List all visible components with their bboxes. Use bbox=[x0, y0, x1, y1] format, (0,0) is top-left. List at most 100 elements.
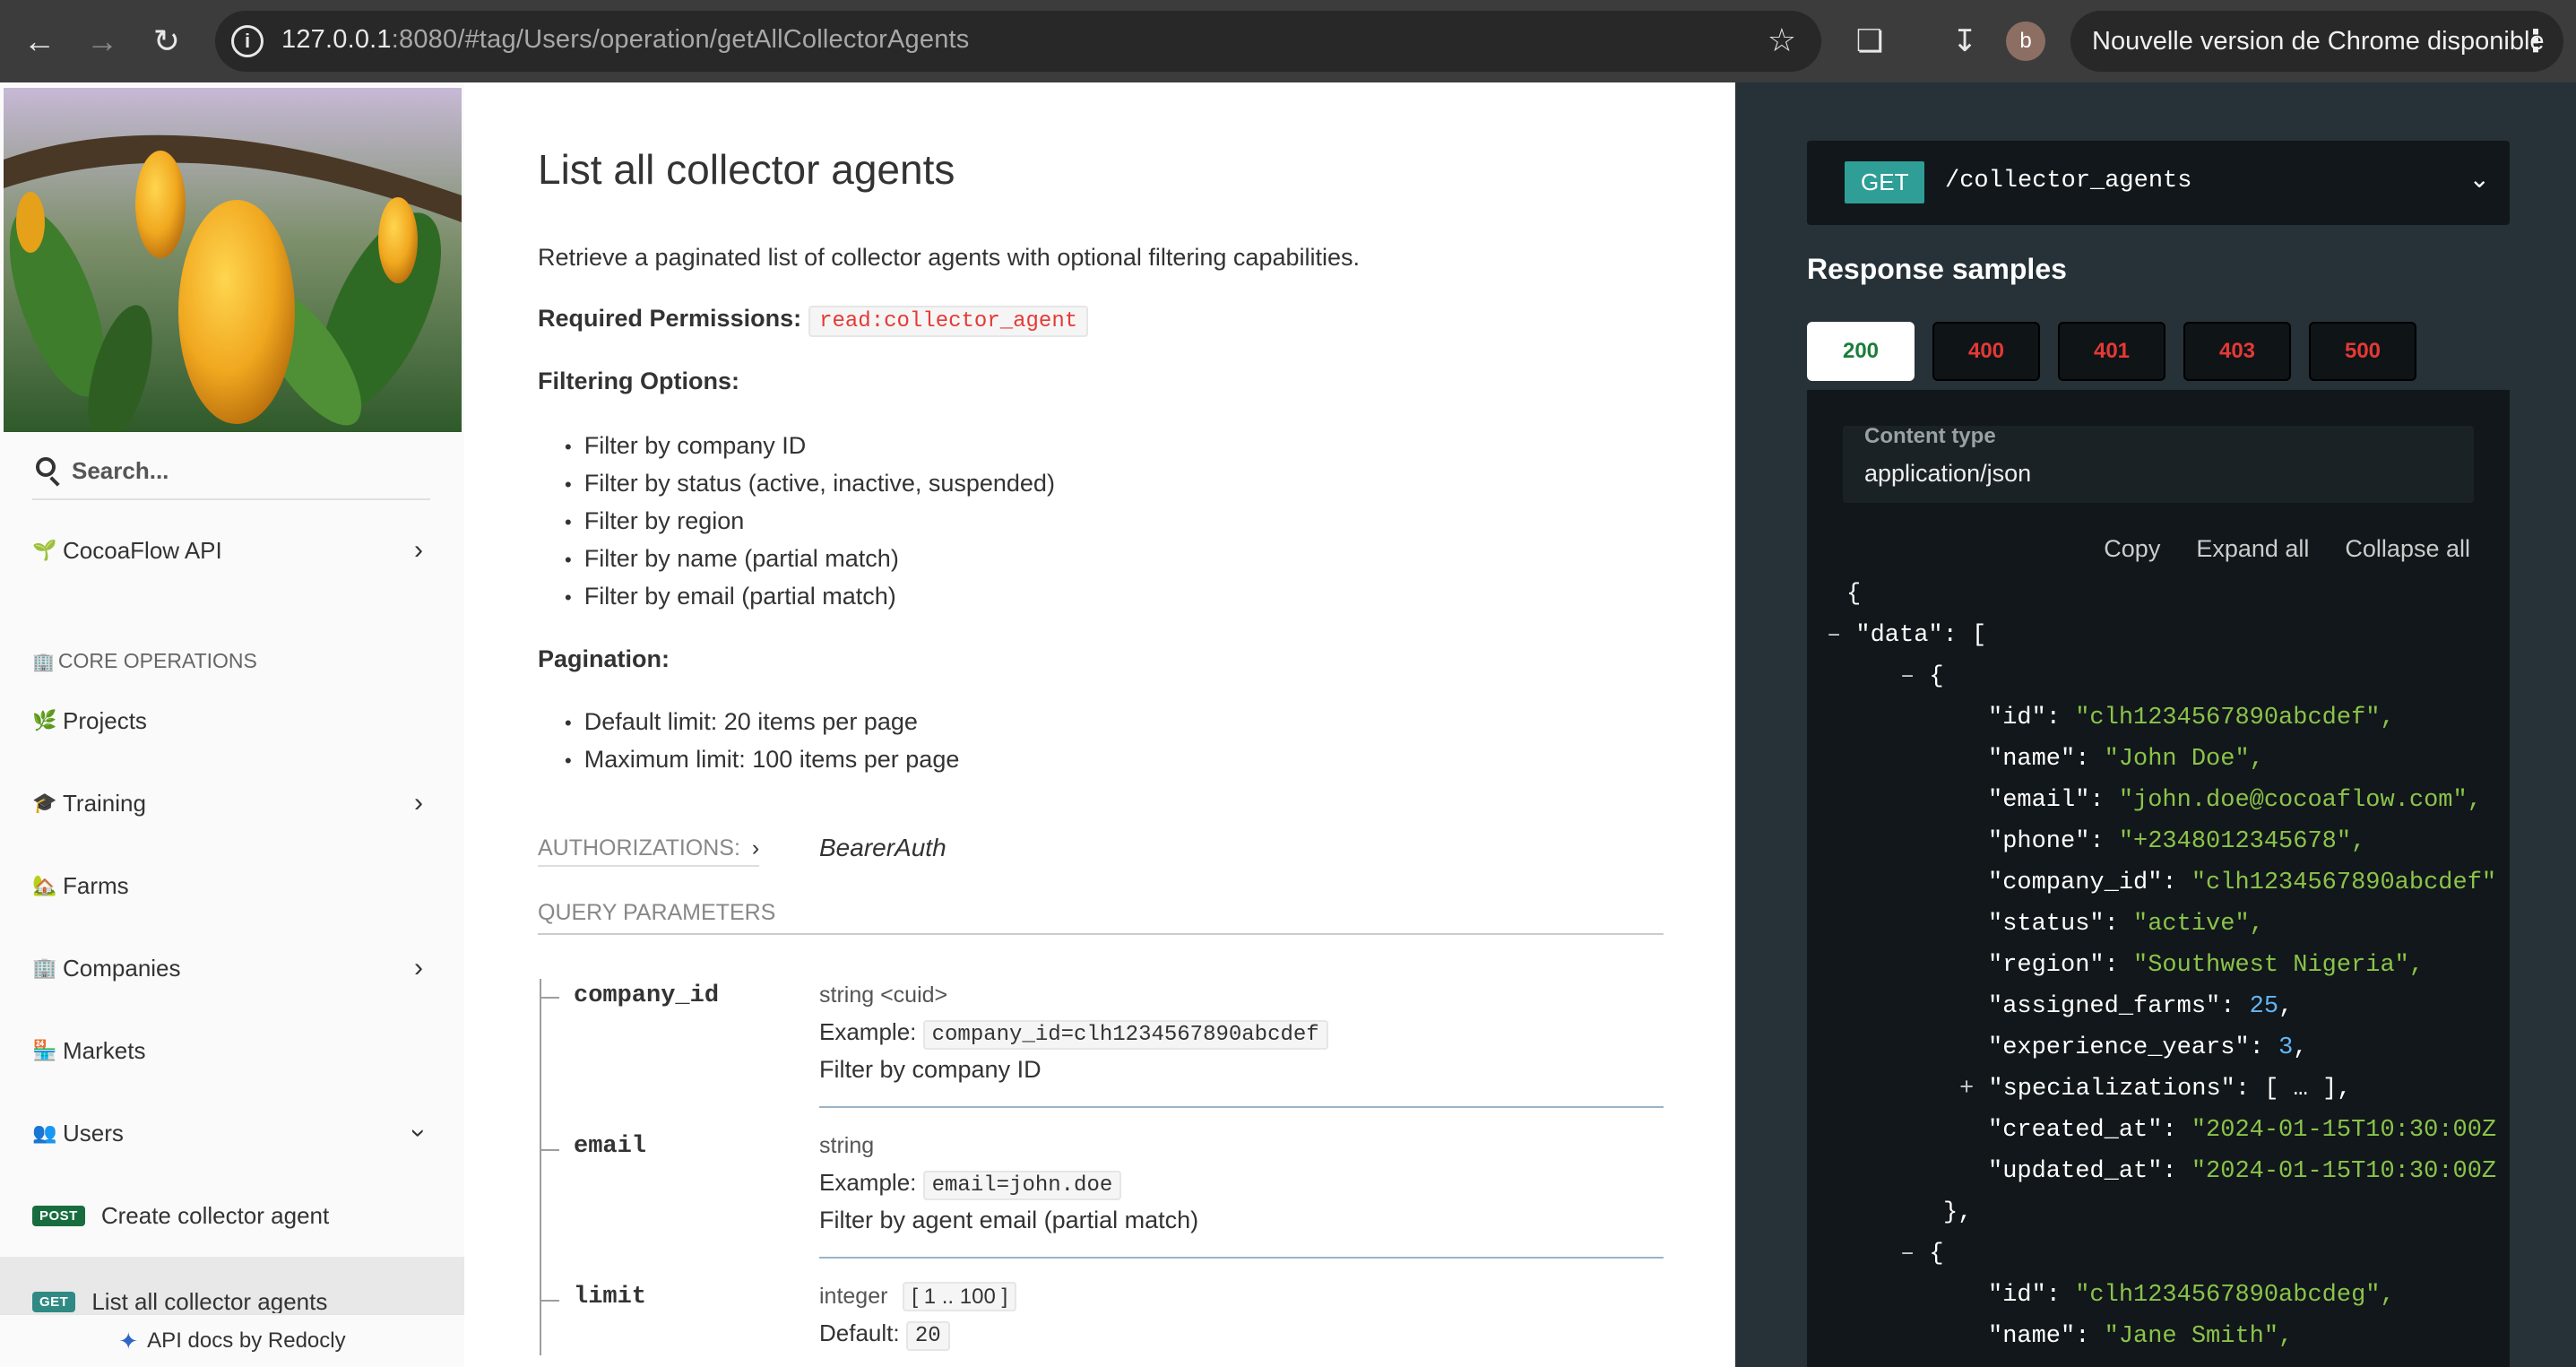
response-tab-500[interactable]: 500 bbox=[2309, 322, 2416, 381]
profile-avatar[interactable]: b bbox=[2006, 22, 2045, 61]
content-type-value: application/json bbox=[1864, 460, 2032, 487]
authorizations-toggle[interactable]: AUTHORIZATIONS: › bbox=[538, 835, 760, 867]
sidebar-item-label: Projects bbox=[63, 706, 147, 734]
office-building-icon: 🏢 bbox=[32, 956, 57, 979]
chrome-update-button[interactable]: Nouvelle version de Chrome disponible ⋮ bbox=[2070, 11, 2563, 72]
collapse-all-button[interactable]: Collapse all bbox=[2345, 535, 2470, 562]
param-default: Default: 20 bbox=[819, 1319, 950, 1351]
sidebar-item-label: Training bbox=[63, 789, 146, 817]
param-name: company_id bbox=[574, 982, 720, 1009]
sidebar-item-label: Users bbox=[63, 1119, 124, 1146]
method-badge-post: POST bbox=[32, 1205, 85, 1226]
response-tab-403[interactable]: 403 bbox=[2183, 322, 2291, 381]
param-type: integer [ 1 .. 100 ] bbox=[819, 1282, 1017, 1311]
list-item: Filter by company ID bbox=[565, 427, 1055, 464]
redocly-footer-link[interactable]: ✦ API docs by Redocly bbox=[0, 1313, 464, 1367]
leaf-icon: 🌿 bbox=[32, 709, 57, 731]
forward-arrow-icon[interactable]: → bbox=[77, 16, 127, 66]
endpoint-dropdown[interactable]: GET /collector_agents ⌄ bbox=[1807, 141, 2510, 225]
param-default-value: 20 bbox=[905, 1321, 950, 1351]
sidebar-item-markets[interactable]: 🏪 Markets bbox=[32, 1024, 430, 1077]
url-text[interactable]: 127.0.0.1:8080/#tag/Users/operation/getA… bbox=[281, 25, 970, 55]
sidebar: Search... 🌱 CocoaFlow API › 🏢 CORE OPERAT… bbox=[0, 82, 464, 1367]
response-samples-title: Response samples bbox=[1807, 253, 2067, 285]
query-parameters-heading: QUERY PARAMETERS bbox=[538, 900, 1664, 935]
param-tree-branch bbox=[540, 997, 559, 999]
reload-icon[interactable]: ↻ bbox=[142, 16, 192, 66]
download-icon[interactable]: ↧ bbox=[1940, 16, 1990, 66]
json-line: "data": [ bbox=[1855, 622, 1987, 649]
endpoint-path: /collector_agents bbox=[1945, 168, 2192, 195]
json-number: 3 bbox=[2278, 1034, 2294, 1061]
farm-house-icon: 🏡 bbox=[32, 874, 57, 896]
search-icon bbox=[36, 457, 56, 477]
content-type-label: Content type bbox=[1864, 424, 1996, 448]
extensions-puzzle-icon[interactable]: ❏ bbox=[1845, 16, 1895, 66]
chevron-down-icon: › bbox=[404, 1129, 434, 1138]
address-bar[interactable]: i 127.0.0.1:8080/#tag/Users/operation/ge… bbox=[215, 11, 1821, 72]
collapse-toggle[interactable]: – bbox=[1900, 1241, 1929, 1268]
json-string: "clh1234567890abcdef", bbox=[2075, 705, 2395, 731]
list-item: Filter by email (partial match) bbox=[565, 577, 1055, 615]
response-panel: GET /collector_agents ⌄ Response samples… bbox=[1735, 82, 2576, 1367]
pagination-heading: Pagination: bbox=[538, 645, 670, 672]
sidebar-item-companies[interactable]: 🏢 Companies › bbox=[32, 941, 430, 995]
filtering-heading: Filtering Options: bbox=[538, 368, 739, 394]
back-arrow-icon[interactable]: ← bbox=[14, 16, 65, 66]
sidebar-item-label: Companies bbox=[63, 954, 181, 982]
sidebar-item-label: List all collector agents bbox=[91, 1287, 328, 1315]
search-input[interactable]: Search... bbox=[72, 457, 169, 485]
menu-dots-icon[interactable]: ⋮ bbox=[2520, 11, 2551, 72]
collapse-toggle[interactable]: – bbox=[1827, 622, 1855, 649]
json-sample: { – "data": [ – { "id": "clh1234567890ab… bbox=[1807, 574, 2510, 1357]
sidebar-endpoint-create-collector-agent[interactable]: POST Create collector agent bbox=[32, 1189, 430, 1242]
list-item: Filter by region bbox=[565, 502, 1055, 540]
operation-description: Retrieve a paginated list of collector a… bbox=[538, 244, 1361, 271]
json-string: "Southwest Nigeria", bbox=[2133, 952, 2425, 979]
sidebar-item-label: CocoaFlow API bbox=[63, 536, 222, 564]
site-info-icon[interactable]: i bbox=[231, 25, 264, 57]
param-example-value: company_id=clh1234567890abcdef bbox=[922, 1020, 1328, 1050]
chevron-right-icon: › bbox=[414, 953, 423, 982]
param-tree-branch bbox=[540, 1300, 559, 1302]
search-box[interactable]: Search... bbox=[32, 448, 430, 500]
param-separator bbox=[819, 1257, 1664, 1259]
filtering-list: Filter by company ID Filter by status (a… bbox=[565, 427, 1055, 615]
expand-toggle[interactable]: + bbox=[1959, 1076, 1988, 1103]
response-tab-400[interactable]: 400 bbox=[1932, 322, 2040, 381]
pagination-list: Default limit: 20 items per page Maximum… bbox=[565, 703, 960, 778]
response-tab-200[interactable]: 200 bbox=[1807, 322, 1915, 381]
bookmark-star-icon[interactable]: ☆ bbox=[1768, 22, 1796, 59]
json-line: }, bbox=[1943, 1199, 1973, 1226]
page-title: List all collector agents bbox=[538, 146, 955, 193]
sidebar-item-api[interactable]: 🌱 CocoaFlow API › bbox=[32, 523, 430, 577]
json-string: "+2348012345678", bbox=[2118, 828, 2366, 855]
permissions-label: Required Permissions: bbox=[538, 305, 802, 332]
market-icon: 🏪 bbox=[32, 1039, 57, 1061]
auth-scheme: BearerAuth bbox=[819, 834, 947, 861]
list-item: Default limit: 20 items per page bbox=[565, 703, 959, 740]
expand-all-button[interactable]: Expand all bbox=[2196, 535, 2309, 562]
param-example-value: email=john.doe bbox=[922, 1171, 1122, 1200]
browser-toolbar: ← → ↻ i 127.0.0.1:8080/#tag/Users/operat… bbox=[0, 0, 2576, 82]
sidebar-item-farms[interactable]: 🏡 Farms bbox=[32, 859, 430, 913]
param-type: string <cuid> bbox=[819, 982, 948, 1008]
json-string: "2024-01-15T10:30:00Z bbox=[2191, 1117, 2497, 1144]
collapse-toggle[interactable]: – bbox=[1900, 663, 1929, 690]
permissions-line: Required Permissions: read:collector_agen… bbox=[538, 305, 1089, 337]
json-line: { bbox=[1929, 1241, 1944, 1268]
sidebar-item-training[interactable]: 🎓 Training › bbox=[32, 776, 430, 830]
param-name: email bbox=[574, 1133, 647, 1160]
json-string: "clh1234567890abcdeg", bbox=[2075, 1282, 2395, 1309]
json-actions: Copy Expand all Collapse all bbox=[2068, 535, 2470, 563]
copy-button[interactable]: Copy bbox=[2104, 535, 2160, 562]
sidebar-item-users[interactable]: 👥 Users › bbox=[32, 1106, 434, 1160]
sidebar-item-projects[interactable]: 🌿 Projects bbox=[32, 694, 430, 748]
response-body: Content type application/json Copy Expand… bbox=[1807, 390, 2510, 1367]
json-string: "2024-01-15T10:30:00Z bbox=[2191, 1158, 2497, 1185]
content-type-select[interactable]: Content type application/json bbox=[1843, 424, 2474, 503]
response-tab-401[interactable]: 401 bbox=[2058, 322, 2165, 381]
redocly-logo-icon: ✦ bbox=[118, 1327, 139, 1354]
list-item: Maximum limit: 100 items per page bbox=[565, 740, 960, 778]
permissions-value: read:collector_agent bbox=[808, 306, 1089, 337]
